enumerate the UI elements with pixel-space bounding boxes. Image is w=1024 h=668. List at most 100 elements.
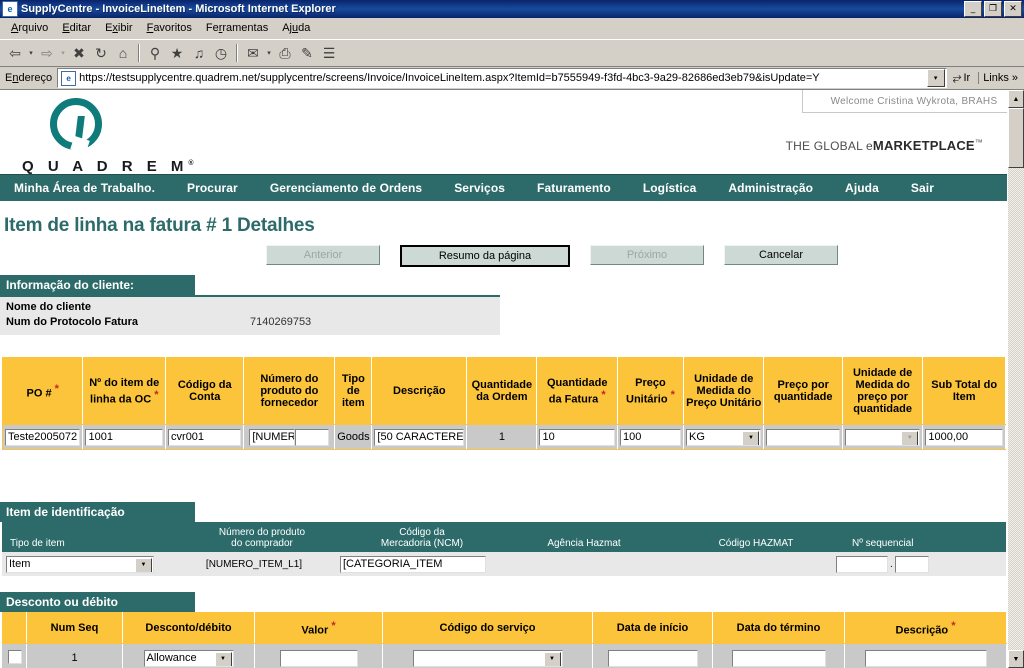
col-oc-line-item: Nº do item de linha da OC * [82, 357, 167, 425]
forward-icon[interactable]: ⇨ [36, 42, 58, 64]
discount-section: Desconto ou débito Num Seq Desconto/débi… [0, 592, 1007, 668]
minimize-button[interactable]: _ [964, 1, 982, 17]
menu-item-arquivo[interactable]: AArquivorquivo [4, 20, 55, 36]
description-input[interactable]: [50 CARACTERES D [374, 428, 465, 446]
col-item-type: Tipo de item [334, 357, 373, 425]
menu-item-editar[interactable]: Editar [55, 20, 98, 36]
sequential-b-input[interactable] [894, 555, 929, 573]
nav-item-faturamento[interactable]: Faturamento [537, 181, 611, 195]
unit-price-uom-select[interactable]: KG ▼ [685, 428, 762, 446]
discount-header-row: Num Seq Desconto/débito Valor * Código d… [2, 612, 1007, 644]
nav-item-minha-area[interactable]: Minha Área de Trabalho. [14, 181, 155, 195]
nav-item-sair[interactable]: Sair [911, 181, 934, 195]
item-subtotal-input[interactable]: 1000,00 [925, 428, 1003, 446]
commodity-code-input[interactable]: [CATEGORIA_ITEM [340, 555, 486, 573]
po-number-input[interactable]: Teste2005072 [5, 428, 81, 446]
discuss-icon[interactable]: ☰ [318, 42, 340, 64]
required-icon: * [54, 382, 59, 395]
idcol-hazmat-code: Código HAZMAT [718, 538, 794, 549]
menu-item-exibir[interactable]: Exibir [98, 20, 140, 36]
tagline-bold: MARKETPLACE [872, 138, 975, 153]
history-icon[interactable]: ◷ [210, 42, 232, 64]
idcol-hazmat-agency: Agência Hazmat [547, 538, 621, 549]
nav-item-administracao[interactable]: Administração [728, 181, 813, 195]
go-button[interactable]: ⥂ Ir [947, 72, 977, 85]
scroll-down-button[interactable]: ▼ [1008, 650, 1024, 668]
cell-end-date [712, 643, 845, 668]
address-label: Endereço [5, 72, 53, 84]
sequential-a-input[interactable] [836, 555, 888, 573]
cell-po-number: Teste2005072 [1, 424, 84, 450]
unit-price-input[interactable]: 100 [619, 428, 681, 446]
item-type-select[interactable]: Item ▼ [6, 555, 154, 573]
print-icon[interactable]: ⎙ [274, 42, 296, 64]
menu-item-ajuda[interactable]: Ajuda [275, 20, 317, 36]
col-price-per-quantity-uom: Unidade de Medida do preço por quantidad… [841, 357, 924, 425]
favorites-icon[interactable]: ★ [166, 42, 188, 64]
mail-icon[interactable]: ✉ [242, 42, 264, 64]
mail-dropdown-icon[interactable]: ▾ [264, 42, 274, 64]
nav-item-gerenciamento-de-ordens[interactable]: Gerenciamento de Ordens [270, 181, 422, 195]
idcell-sequential-number: . [834, 555, 986, 573]
links-button[interactable]: Links » [978, 72, 1022, 84]
links-chevron-icon: » [1011, 72, 1018, 84]
media-icon[interactable]: ♫ [188, 42, 210, 64]
discount-value-input[interactable] [279, 649, 358, 667]
account-code-input[interactable]: cvr001 [168, 428, 242, 446]
col-description: Descrição [371, 357, 468, 425]
oc-line-item-input[interactable]: 1001 [85, 428, 164, 446]
start-date-input[interactable] [607, 649, 698, 667]
cancel-button[interactable]: Cancelar [724, 245, 838, 265]
price-per-quantity-uom-select[interactable]: ▼ [844, 428, 921, 446]
next-button[interactable]: Próximo [590, 245, 704, 265]
window-controls: _ ❐ ✕ [964, 1, 1022, 17]
search-icon[interactable]: ⚲ [144, 42, 166, 64]
quadrem-logo[interactable]: Q U A D R E M® [22, 98, 222, 175]
required-icon: * [670, 388, 675, 401]
supplier-product-suffix-input[interactable] [295, 428, 330, 446]
nav-item-servicos[interactable]: Serviços [454, 181, 505, 195]
end-date-input[interactable] [731, 649, 826, 667]
window-title: SupplyCentre - InvoiceLineItem - Microso… [21, 3, 336, 15]
page-summary-button[interactable]: Resumo da página [400, 245, 570, 267]
menu-item-ferramentas[interactable]: Ferramentas [199, 20, 275, 36]
maximize-button[interactable]: ❐ [984, 1, 1002, 17]
address-dropdown-icon[interactable]: ▾ [926, 69, 945, 87]
back-icon[interactable]: ⇦ [4, 42, 26, 64]
forward-dropdown-icon[interactable]: ▾ [58, 42, 68, 64]
idcell-commodity-code: [CATEGORIA_ITEM [338, 555, 490, 573]
supplier-product-number-input[interactable]: [NUMERO_ [249, 428, 296, 446]
col-invoice-quantity: Quantidade da Fatura * [536, 357, 618, 425]
price-per-quantity-input[interactable] [766, 428, 840, 446]
nav-item-procurar[interactable]: Procurar [187, 181, 238, 195]
cell-order-quantity: 1 [466, 424, 538, 450]
close-button[interactable]: ✕ [1004, 1, 1022, 17]
row-select-checkbox[interactable] [7, 649, 22, 664]
edit-icon[interactable]: ✎ [296, 42, 318, 64]
invoice-quantity-input[interactable]: 10 [539, 428, 615, 446]
col-service-code: Código do serviço [382, 612, 593, 644]
back-dropdown-icon[interactable]: ▾ [26, 42, 36, 64]
address-input[interactable]: e https://testsupplycentre.quadrem.net/s… [57, 68, 947, 88]
page-viewport: Welcome Cristina Wykrota, BRAHS Q U A D … [0, 90, 1024, 668]
refresh-icon[interactable]: ↻ [90, 42, 112, 64]
idcell-item-type: Item ▼ [2, 555, 170, 573]
scroll-up-button[interactable]: ▲ [1008, 90, 1024, 108]
menu-item-favoritos[interactable]: Favoritos [140, 20, 199, 36]
scroll-thumb[interactable] [1008, 108, 1024, 168]
stop-icon[interactable]: ✖ [68, 42, 90, 64]
col-po-number: PO # * [1, 357, 84, 425]
trademark-icon: ™ [974, 138, 983, 147]
page-vertical-scrollbar[interactable]: ▲ ▼ [1007, 90, 1024, 668]
required-icon: * [601, 388, 606, 401]
service-code-select[interactable]: ▼ [412, 649, 563, 667]
discount-type-select[interactable]: Allowance ▼ [143, 649, 234, 667]
nav-item-ajuda[interactable]: Ajuda [845, 181, 879, 195]
discount-description-input[interactable] [864, 649, 987, 667]
home-icon[interactable]: ⌂ [112, 42, 134, 64]
previous-button[interactable]: Anterior [266, 245, 380, 265]
go-icon: ⥂ [952, 71, 962, 84]
invoice-protocol-value: 7140269753 [250, 316, 312, 328]
scroll-track[interactable] [1008, 168, 1024, 650]
nav-item-logistica[interactable]: Logística [643, 181, 697, 195]
